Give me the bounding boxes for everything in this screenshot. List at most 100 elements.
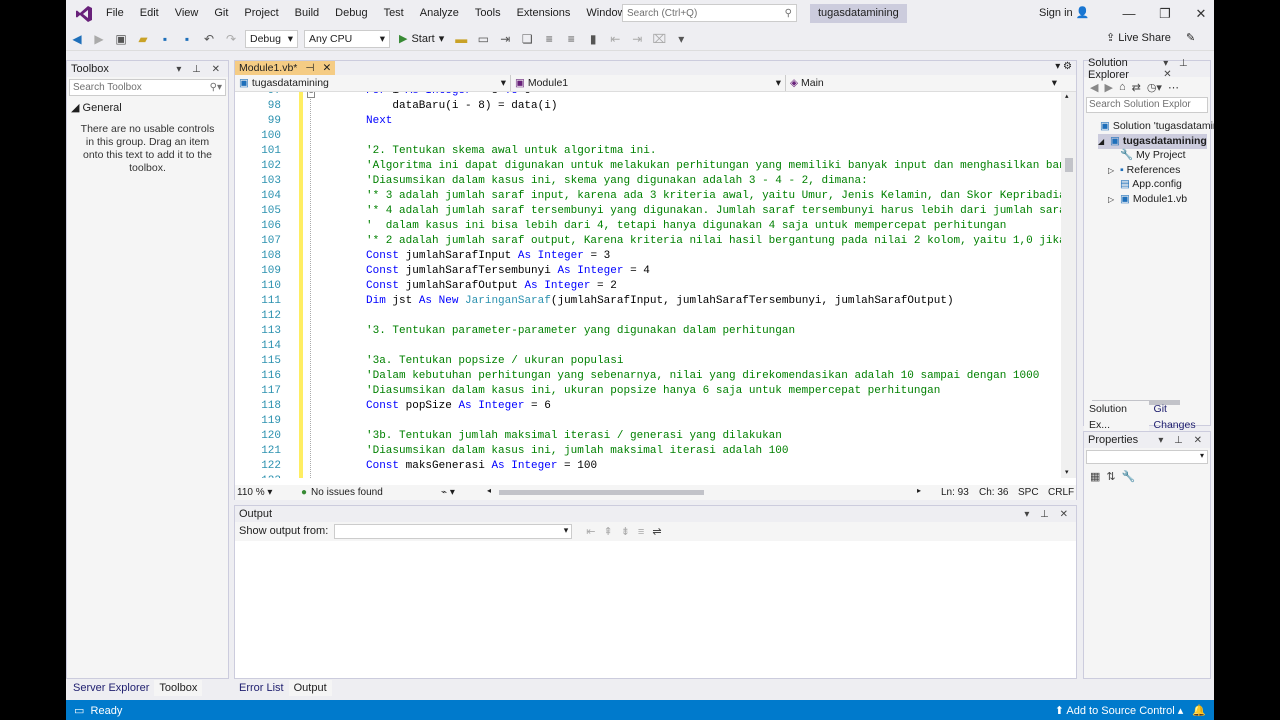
tab-solution-explorer[interactable]: Solution Ex... [1084,401,1149,433]
tab-error-list[interactable]: Error List [234,680,289,696]
brush-icon[interactable]: ⌁ ▾ [441,487,481,498]
sign-in-button[interactable]: Sign in 👤 [1039,0,1089,27]
save-icon[interactable]: ▪ [154,29,176,49]
step-icon[interactable]: ⇥ [494,29,516,49]
back-icon[interactable]: ◀ [1090,81,1098,94]
open-folder-icon[interactable]: ▰ [132,29,154,49]
screenshot-icon[interactable]: ▭ [472,29,494,49]
tab-output[interactable]: Output [288,680,332,696]
menu-debug[interactable]: Debug [327,0,375,27]
zoom-dropdown[interactable]: 110 % ▾ [235,487,293,498]
next-bookmark-icon[interactable]: ⇥ [626,29,648,49]
menu-view[interactable]: View [167,0,207,27]
issues-status[interactable]: No issues found [311,487,441,498]
tree-item[interactable]: 🔧 My Project [1108,148,1186,162]
forward-icon[interactable]: ▶ [1104,81,1112,94]
scroll-up-icon[interactable]: ▴ [1065,92,1072,100]
minimize-icon[interactable]: — [1111,0,1147,27]
whitespace-status[interactable]: SPC [1018,487,1039,498]
redo-icon[interactable]: ↷ [220,29,242,49]
panel-controls[interactable]: ▾ ⊥ ✕ [1163,58,1206,80]
scroll-thumb[interactable] [1065,158,1073,172]
tab-toolbox[interactable]: Toolbox [154,680,203,696]
line-ending-status[interactable]: CRLF [1048,487,1074,498]
undo-icon[interactable]: ↶ [198,29,220,49]
indent-icon[interactable]: ≡ [538,29,560,49]
horizontal-scrollbar[interactable]: ◂ ▸ [481,485,921,500]
tree-item[interactable]: ◢ ▣ tugasdatamining [1098,133,1207,149]
menu-git[interactable]: Git [206,0,236,27]
config-dropdown[interactable]: Debug ▾ [245,29,298,48]
menu-tools[interactable]: Tools [467,0,509,27]
live-share-button[interactable]: ⇪ Live Share ✎ [1106,31,1195,44]
output-text-area[interactable] [235,541,1076,678]
start-button[interactable]: ▶ Start ▾ [399,32,444,46]
platform-dropdown[interactable]: Any CPU ▾ [304,29,390,48]
toolbox-group-general[interactable]: ◢ General [67,98,228,117]
solution-search-input[interactable]: Search Solution Explor [1086,97,1208,113]
menu-test[interactable]: Test [376,0,412,27]
tree-item[interactable]: ▣ Solution 'tugasdatamin [1088,119,1214,133]
pin-icon[interactable]: ⊣ [305,62,314,74]
add-to-source-control-button[interactable]: ⬆ Add to Source Control ▴ 🔔 [1055,704,1206,717]
new-project-icon[interactable]: ▣ [110,29,132,49]
tab-overflow-icon[interactable]: ▾ ⚙ [1055,61,1072,72]
collapse-icon[interactable]: − [307,92,315,98]
copy-icon[interactable]: ❏ [516,29,538,49]
menu-edit[interactable]: Edit [132,0,167,27]
project-dropdown[interactable]: ▣ tugasdatamining ▾ [235,75,511,91]
tab-module1[interactable]: Module1.vb* ⊣ ✕ [235,61,336,75]
output-tool-icons[interactable]: ⇤⇞⇟≡ [586,525,652,538]
menu-file[interactable]: File [98,0,132,27]
feedback-icon[interactable]: ✎ [1186,32,1195,44]
output-source-dropdown[interactable]: ▾ [334,523,573,539]
h-scroll-thumb[interactable] [499,490,705,495]
restore-icon[interactable]: ❐ [1147,0,1183,27]
save-all-icon[interactable]: ▪ [176,29,198,49]
expand-arrow-icon[interactable]: ◢ [1098,135,1110,149]
menu-extensions[interactable]: Extensions [509,0,579,27]
close-icon[interactable]: ✕ [1183,0,1214,27]
expand-arrow-icon[interactable]: ▷ [1108,193,1120,207]
menu-build[interactable]: Build [287,0,327,27]
wrench-icon[interactable]: 🔧 [1122,470,1136,483]
search-input[interactable]: Search (Ctrl+Q) ⚲ [622,4,797,22]
notification-bell-icon[interactable]: 🔔 [1192,705,1206,717]
tree-item[interactable]: ▷ ▣ Module1.vb [1108,192,1187,207]
start-label: Start [411,32,435,45]
clear-bookmarks-icon[interactable]: ⌧ [648,29,670,49]
folder-icon[interactable]: ▬ [450,29,472,49]
tab-git-changes[interactable]: Git Changes [1149,401,1210,433]
wrap-icon[interactable]: ⇌ [652,525,661,538]
toolbox-search-input[interactable]: Search Toolbox ⚲▾ [69,79,226,96]
forward-icon[interactable]: ▶ [88,29,110,49]
back-icon[interactable]: ◀ [66,29,88,49]
module-dropdown[interactable]: ▣ Module1 ▾ [511,75,786,91]
code-area[interactable]: 97 For i As Integer = 8 To 9 98 dataBaru(i… [235,92,1061,478]
panel-controls[interactable]: ▾ ⊥ ✕ [1158,435,1206,446]
more-icon[interactable]: ⋯ [1168,81,1179,94]
menu-analyze[interactable]: Analyze [412,0,467,27]
panel-controls[interactable]: ▾ ⊥ ✕ [176,64,224,75]
tree-item[interactable]: ▤ App.config [1108,177,1182,191]
vertical-scrollbar[interactable]: ▴ ▾ [1061,92,1076,478]
close-icon[interactable]: ✕ [323,62,332,74]
outdent-icon[interactable]: ≡ [560,29,582,49]
visual-studio-logo-icon[interactable] [70,0,98,27]
prev-bookmark-icon[interactable]: ⇤ [604,29,626,49]
switch-views-icon[interactable]: ⇄ [1132,81,1141,94]
scroll-down-icon[interactable]: ▾ [1065,468,1072,476]
alphabetical-icon[interactable]: ⇅ [1106,470,1115,483]
home-icon[interactable]: ⌂ [1119,81,1126,93]
tree-item[interactable]: ▷ ▪ References [1108,163,1180,178]
expand-arrow-icon[interactable]: ▷ [1108,164,1120,178]
member-dropdown[interactable]: ◈ Main ▾ [786,75,1061,91]
more-toolbar-icon[interactable]: ▾ [670,29,692,49]
bookmark-icon[interactable]: ▮ [582,29,604,49]
panel-controls[interactable]: ▾ ⊥ ✕ [1024,509,1072,520]
menu-project[interactable]: Project [236,0,286,27]
history-icon[interactable]: ◷▾ [1147,81,1162,94]
tab-server-explorer[interactable]: Server Explorer [68,680,154,696]
categorized-icon[interactable]: ▦ [1090,470,1100,483]
properties-object-dropdown[interactable]: ▾ [1086,450,1208,464]
